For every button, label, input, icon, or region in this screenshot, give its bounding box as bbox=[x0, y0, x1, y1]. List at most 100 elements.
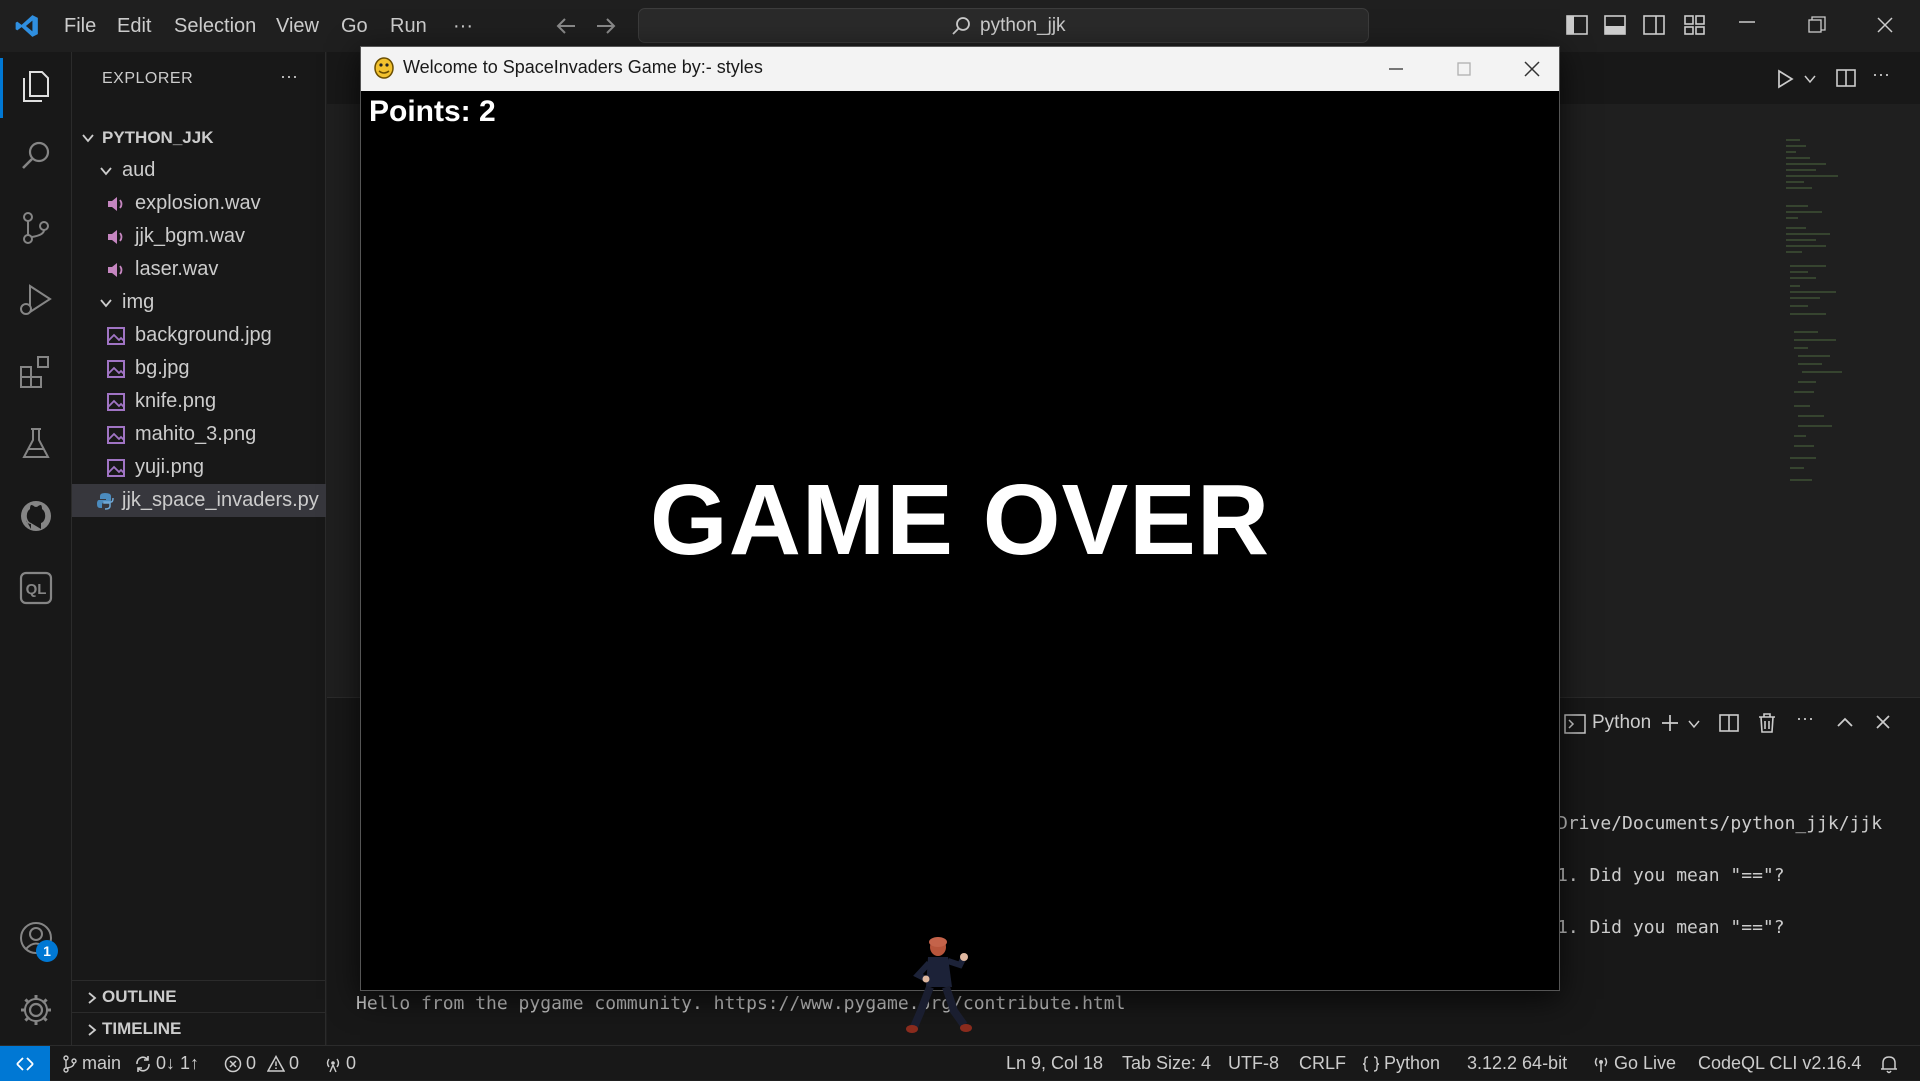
file-row[interactable]: mahito_3.png bbox=[72, 418, 326, 451]
new-terminal-plus-icon[interactable] bbox=[1660, 713, 1680, 733]
source-control-icon[interactable] bbox=[18, 210, 54, 246]
end-of-line[interactable]: CRLF bbox=[1299, 1046, 1346, 1081]
game-canvas[interactable]: Points: 2 GAME OVER bbox=[361, 91, 1559, 1033]
search-icon[interactable] bbox=[18, 138, 54, 174]
go-live-button[interactable]: Go Live bbox=[1592, 1046, 1676, 1081]
ports-indicator[interactable]: 0 bbox=[324, 1046, 356, 1081]
toggle-primary-sidebar-icon[interactable] bbox=[1566, 14, 1588, 36]
run-and-debug-icon[interactable] bbox=[18, 282, 54, 318]
editor-more-actions[interactable]: ··· bbox=[1872, 64, 1890, 85]
activity-bar: QL 1 bbox=[0, 52, 72, 1045]
file-row[interactable]: jjk_bgm.wav bbox=[72, 220, 326, 253]
customize-layout-icon[interactable] bbox=[1684, 14, 1706, 36]
file-row[interactable]: background.jpg bbox=[72, 319, 326, 352]
menu-run[interactable]: Run bbox=[390, 0, 427, 52]
python-interpreter[interactable]: 3.12.2 64-bit bbox=[1467, 1046, 1567, 1081]
file-row[interactable]: bg.jpg bbox=[72, 352, 326, 385]
folder-aud[interactable]: aud bbox=[72, 154, 326, 187]
file-row[interactable]: explosion.wav bbox=[72, 187, 326, 220]
close-icon[interactable] bbox=[1876, 16, 1894, 34]
python-file-icon bbox=[97, 493, 114, 510]
toggle-panel-icon[interactable] bbox=[1604, 14, 1626, 36]
pygame-close-icon[interactable] bbox=[1497, 47, 1567, 91]
go-live-label: Go Live bbox=[1614, 1053, 1677, 1073]
settings-gear-icon[interactable] bbox=[18, 992, 54, 1028]
encoding[interactable]: UTF-8 bbox=[1228, 1046, 1279, 1081]
codeql-status[interactable]: CodeQL CLI v2.16.4 bbox=[1698, 1046, 1861, 1081]
command-center-search[interactable]: python_jjk bbox=[638, 8, 1369, 43]
game-over-text: GAME OVER bbox=[649, 464, 1271, 576]
pygame-window-title: Welcome to SpaceInvaders Game by:- style… bbox=[403, 57, 763, 77]
back-arrow-icon[interactable] bbox=[555, 16, 577, 36]
pygame-snake-icon bbox=[374, 57, 394, 79]
terminal-name[interactable]: Python bbox=[1592, 712, 1651, 734]
explorer-more-actions[interactable]: ··· bbox=[280, 66, 298, 87]
cursor-position[interactable]: Ln 9, Col 18 bbox=[1006, 1046, 1103, 1081]
chevron-down-icon[interactable] bbox=[1688, 719, 1700, 729]
branch-indicator[interactable]: main bbox=[62, 1046, 121, 1081]
file-label: yuji.png bbox=[135, 456, 204, 478]
chevron-down-icon[interactable] bbox=[1804, 74, 1816, 84]
git-branch-icon bbox=[63, 1055, 77, 1073]
svg-text:QL: QL bbox=[26, 581, 47, 598]
file-label: knife.png bbox=[135, 390, 217, 412]
extensions-icon[interactable] bbox=[18, 354, 54, 390]
toggle-secondary-sidebar-icon[interactable] bbox=[1643, 14, 1665, 36]
vscode-logo-icon bbox=[15, 15, 38, 37]
error-count: 0 bbox=[246, 1053, 257, 1073]
folder-root-label: PYTHON_JJK bbox=[102, 128, 214, 147]
menu-file[interactable]: File bbox=[64, 0, 96, 52]
menu-go[interactable]: Go bbox=[341, 0, 368, 52]
folder-root[interactable]: PYTHON_JJK bbox=[72, 121, 326, 154]
warning-icon bbox=[267, 1055, 286, 1072]
pygame-window[interactable]: Welcome to SpaceInvaders Game by:- style… bbox=[360, 46, 1560, 1033]
title-bar: File Edit Selection View Go Run ··· pyth… bbox=[0, 0, 1920, 52]
file-label: jjk_space_invaders.py bbox=[122, 489, 319, 511]
panel-more-actions[interactable]: ··· bbox=[1796, 708, 1814, 729]
run-python-icon[interactable] bbox=[1775, 69, 1795, 89]
outline-section[interactable]: OUTLINE bbox=[72, 980, 326, 1012]
pygame-title-bar[interactable]: Welcome to SpaceInvaders Game by:- style… bbox=[361, 47, 1559, 91]
testing-icon[interactable] bbox=[18, 426, 54, 462]
minimap[interactable] bbox=[1786, 136, 1850, 496]
trash-icon[interactable] bbox=[1757, 712, 1777, 734]
split-terminal-icon[interactable] bbox=[1719, 713, 1739, 733]
menu-view[interactable]: View bbox=[276, 0, 319, 52]
github-icon[interactable] bbox=[18, 498, 54, 534]
codeql-icon[interactable]: QL bbox=[18, 570, 54, 606]
menu-edit[interactable]: Edit bbox=[117, 0, 151, 52]
explorer-icon[interactable] bbox=[18, 68, 54, 104]
chevron-right-icon bbox=[88, 1024, 97, 1036]
file-row[interactable]: knife.png bbox=[72, 385, 326, 418]
error-icon bbox=[224, 1056, 242, 1073]
file-row-selected[interactable]: jjk_space_invaders.py bbox=[72, 484, 326, 517]
close-panel-icon[interactable] bbox=[1875, 714, 1891, 730]
forward-arrow-icon[interactable] bbox=[595, 16, 617, 36]
restore-icon[interactable] bbox=[1808, 16, 1826, 34]
remote-indicator[interactable] bbox=[0, 1046, 50, 1081]
problems-indicator[interactable]: 0 0 bbox=[224, 1046, 299, 1081]
file-row[interactable]: laser.wav bbox=[72, 253, 326, 286]
language-mode[interactable]: Python bbox=[1362, 1046, 1440, 1081]
maximize-panel-chevron-up-icon[interactable] bbox=[1836, 715, 1854, 729]
menu-selection[interactable]: Selection bbox=[174, 0, 256, 52]
search-icon bbox=[952, 17, 970, 35]
notifications-bell-icon[interactable] bbox=[1880, 1054, 1898, 1074]
accounts-badge: 1 bbox=[36, 940, 58, 962]
folder-img[interactable]: img bbox=[72, 286, 326, 319]
remote-icon bbox=[16, 1057, 34, 1071]
image-file-icon bbox=[107, 360, 125, 378]
tab-size[interactable]: Tab Size: 4 bbox=[1122, 1046, 1211, 1081]
terminal-line: Drive/Documents/python_jjk/jjk bbox=[1557, 813, 1883, 834]
pygame-minimize-icon[interactable] bbox=[1361, 47, 1431, 91]
sync-indicator[interactable]: 0↓ 1↑ bbox=[134, 1046, 199, 1081]
sync-counts: 0↓ 1↑ bbox=[156, 1053, 200, 1073]
player-sprite bbox=[906, 937, 972, 1033]
minimize-icon[interactable] bbox=[1738, 20, 1756, 24]
file-row[interactable]: yuji.png bbox=[72, 451, 326, 484]
broadcast-icon bbox=[1594, 1057, 1608, 1073]
timeline-section[interactable]: TIMELINE bbox=[72, 1012, 326, 1044]
outline-label: OUTLINE bbox=[102, 987, 177, 1006]
menu-more[interactable]: ··· bbox=[453, 0, 473, 52]
split-editor-icon[interactable] bbox=[1836, 68, 1856, 88]
